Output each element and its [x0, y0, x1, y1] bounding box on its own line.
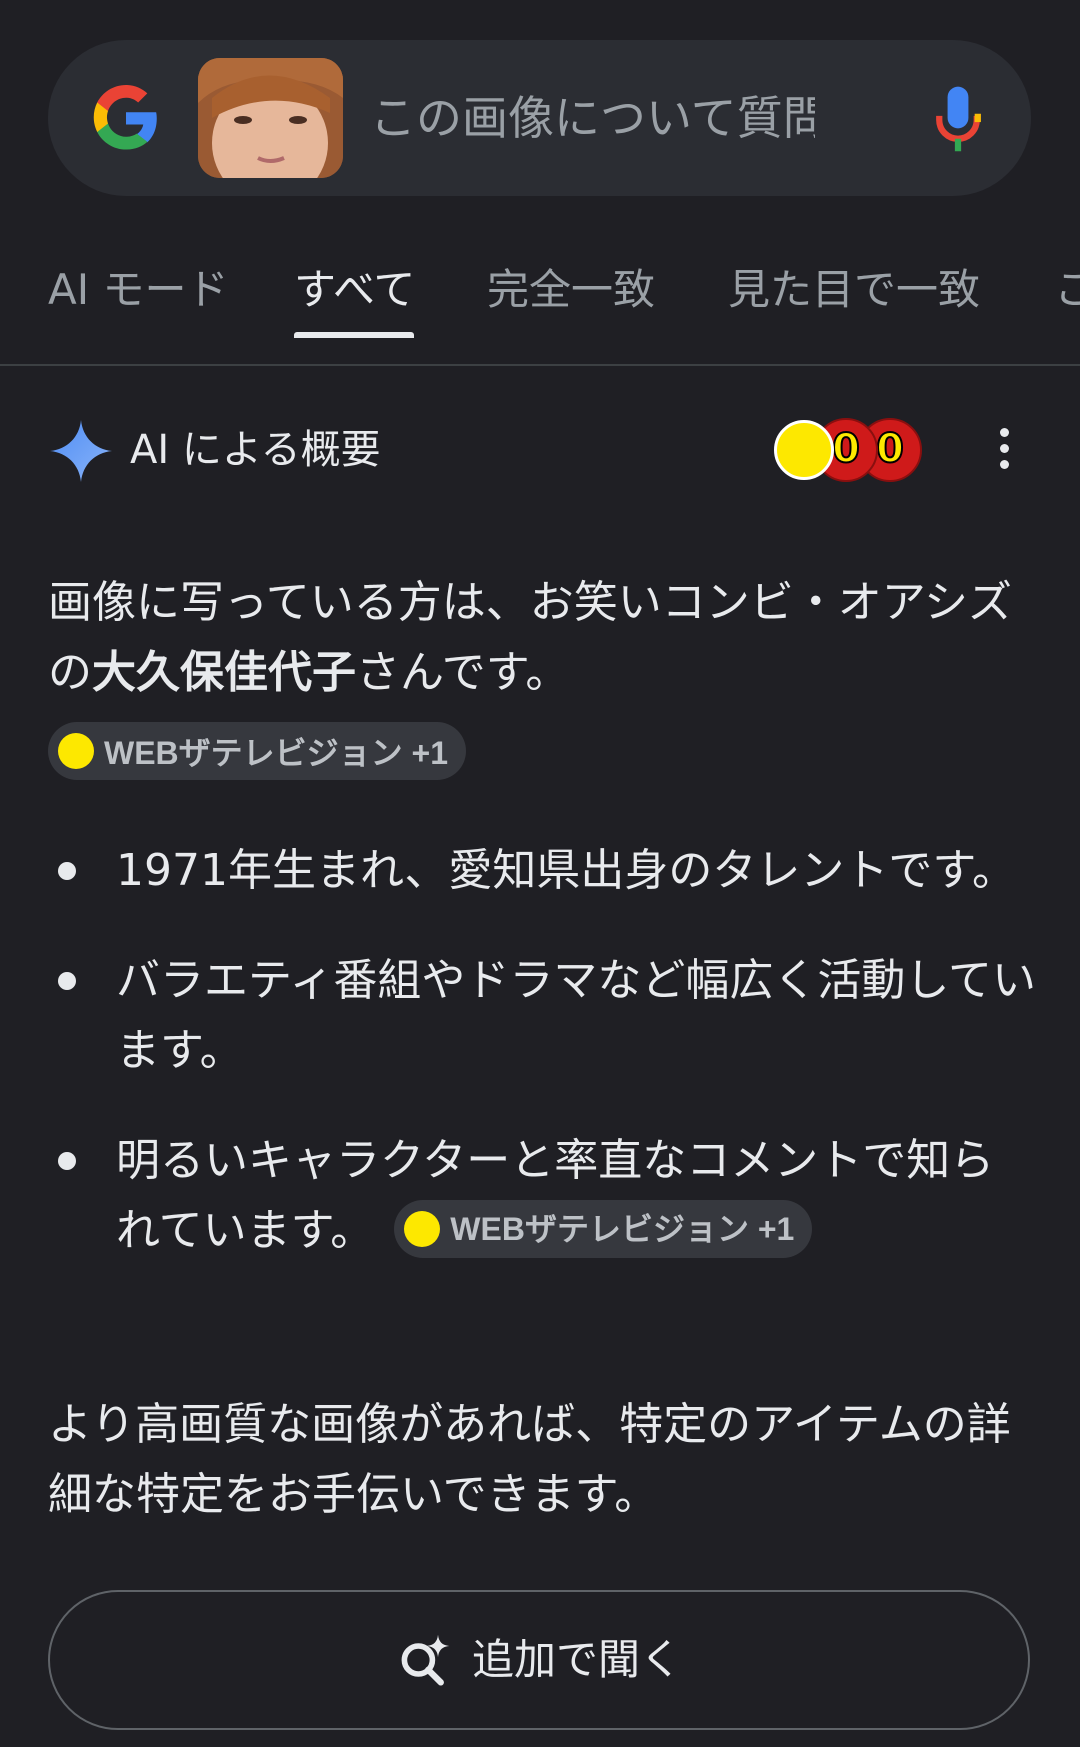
search-input[interactable]: この画像について質問す [370, 86, 815, 150]
source-favicon-icon [404, 1211, 441, 1247]
ask-follow-up-button[interactable]: 追加で聞く [48, 1590, 1030, 1730]
source-chip[interactable]: WEBザテレビジョン +1 [394, 1200, 813, 1258]
list-item: 1971年生まれ、愛知県出身のタレントです。 [48, 836, 1038, 906]
tab-exact-match[interactable]: 完全一致 [487, 260, 655, 320]
list-item: バラエティ番組やドラマなど幅広く活動しています。 [48, 946, 1038, 1086]
ai-overview-intro: 画像に写っている方は、お笑いコンビ・オアシズの大久保佳代子さんです。 [48, 577, 1013, 698]
search-bar[interactable]: この画像について質問す [48, 40, 1031, 196]
coin-badge: 0 0 [774, 416, 926, 484]
google-logo-icon[interactable] [90, 82, 162, 154]
tab-more[interactable]: こ [1054, 260, 1080, 320]
source-favicon-icon [58, 733, 94, 769]
query-image-thumbnail[interactable] [198, 58, 343, 178]
gemini-sparkle-icon [50, 420, 112, 482]
tab-all[interactable]: すべて [294, 260, 415, 320]
tab-visual-match[interactable]: 見た目で一致 [728, 260, 980, 320]
search-sparkle-icon [401, 1634, 450, 1686]
microphone-icon[interactable] [933, 84, 983, 156]
active-tab-indicator [294, 332, 414, 338]
tab-ai-mode[interactable]: AI モード [48, 260, 228, 320]
more-options-icon[interactable] [990, 428, 1018, 472]
ai-overview-title: AI による概要 [130, 427, 381, 473]
list-item: 明るいキャラクターと率直なコメントで知られています。 WEBザテレビジョン +1 [48, 1126, 1038, 1266]
bullet-icon [58, 972, 76, 990]
bullet-icon [58, 1152, 76, 1170]
coin-icon [774, 420, 834, 480]
ai-overview-outro: より高画質な画像があれば、特定のアイテムの詳細な特定をお手伝いできます。 [48, 1399, 1011, 1520]
search-tabs: AI モード すべて 完全一致 見た目で一致 こ [0, 232, 1080, 366]
ask-follow-up-label: 追加で聞く [471, 1635, 682, 1684]
bullet-icon [58, 862, 76, 880]
source-chip[interactable]: WEBザテレビジョン +1 [48, 722, 467, 780]
person-name: 大久保佳代子 [92, 647, 356, 698]
ai-overview-bullets: 1971年生まれ、愛知県出身のタレントです。 バラエティ番組やドラマなど幅広く活… [48, 836, 1038, 1306]
ai-overview-header: AI による概要 0 0 [0, 410, 1080, 490]
